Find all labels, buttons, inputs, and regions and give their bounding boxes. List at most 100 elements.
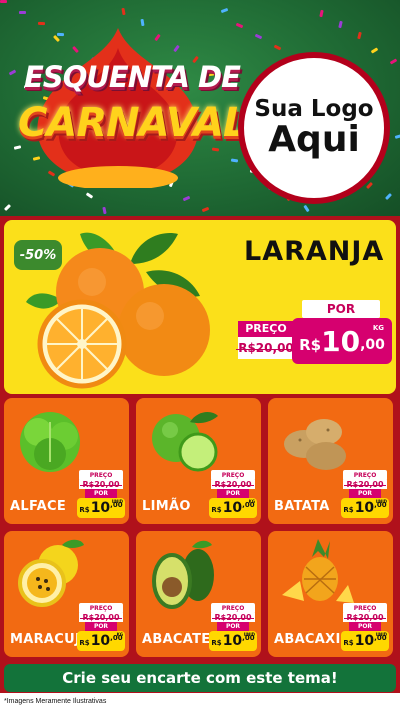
por-label: POR: [349, 489, 381, 498]
old-price: R$20,00: [212, 480, 254, 489]
hero-old-price: R$20,00: [236, 341, 296, 355]
hero-preco-label: PREÇO: [238, 321, 294, 337]
product-price-tag: PREÇO R$20,00 POR R$ 10,00 KG: [77, 603, 125, 651]
product-card: MARACUJÁ PREÇO R$20,00 POR R$ 10,00 KG: [4, 531, 129, 657]
price-int: 10: [90, 500, 111, 516]
product-card: LIMÃO PREÇO R$20,00 POR R$ 10,00 KG: [136, 398, 261, 524]
confetti-piece: [201, 206, 210, 213]
header-banner: ESQUENTA DE CARNAVAL Sua Logo Aqui: [0, 0, 400, 216]
preco-label: PREÇO: [353, 471, 377, 479]
confetti-piece: [3, 203, 12, 212]
confetti-piece: [273, 44, 282, 51]
logo-placeholder: Sua Logo Aqui: [238, 52, 390, 204]
confetti-piece: [0, 0, 7, 3]
confetti-piece: [389, 58, 398, 65]
confetti-piece: [230, 158, 239, 163]
confetti-piece: [102, 206, 107, 215]
old-price: R$20,00: [80, 613, 122, 622]
product-name: ABACAXI: [274, 632, 341, 647]
new-price-box: R$ 10,00 UNID: [341, 498, 389, 518]
confetti-piece: [319, 9, 324, 18]
title-line2: CARNAVAL: [18, 100, 249, 146]
product-name: BATATA: [274, 499, 330, 514]
price-int: 10: [222, 500, 243, 516]
price-unit: UNID: [375, 499, 387, 504]
old-price-box: R$20,00: [211, 480, 255, 489]
confetti-piece: [85, 192, 94, 199]
confetti-piece: [370, 47, 379, 54]
preco-label: PREÇO: [89, 471, 113, 479]
old-price-box: R$20,00: [79, 480, 123, 489]
confetti-piece: [384, 192, 393, 201]
hero-price-int: 10: [321, 324, 361, 358]
hero-product-name: LARANJA: [244, 236, 385, 267]
product-price-tag: PREÇO R$20,00 POR R$ 10,00 UNID: [341, 603, 389, 651]
confetti-piece: [37, 21, 46, 26]
hero-price-box: R$ 10 ,00 KG: [292, 318, 392, 364]
price-int: 10: [222, 633, 243, 649]
confetti-piece: [254, 33, 263, 40]
confetti-piece: [140, 18, 145, 27]
old-price-box: R$20,00: [343, 613, 387, 622]
hero-unit: KG: [372, 324, 384, 332]
price-unit: KG: [248, 499, 255, 504]
confetti-piece: [357, 31, 362, 40]
price-unit: UNID: [243, 632, 255, 637]
confetti-piece: [18, 10, 27, 15]
price-int: 10: [90, 633, 111, 649]
hero-currency: R$: [299, 336, 322, 354]
new-price-box: R$ 10,00 UNID: [209, 631, 257, 651]
product-card: BATATA PREÇO R$20,00 POR R$ 10,00 UNID: [268, 398, 393, 524]
old-price: R$20,00: [80, 480, 122, 489]
new-price-box: R$ 10,00 KG: [209, 498, 257, 518]
preco-label: PREÇO: [221, 471, 245, 479]
hero-price-cents: ,00: [360, 337, 385, 353]
por-label: POR: [349, 622, 381, 631]
new-price-box: R$ 10,00 UNID: [341, 631, 389, 651]
confetti-piece: [394, 134, 400, 139]
currency: R$: [343, 639, 354, 647]
new-price-box: R$ 10,00 KG: [77, 631, 125, 651]
preco-label: PREÇO: [221, 604, 245, 612]
por-label: POR: [217, 622, 249, 631]
price-unit: UNID: [375, 632, 387, 637]
price-unit: UNID: [111, 499, 123, 504]
confetti-piece: [303, 204, 310, 213]
new-price-box: R$ 10,00 UNID: [77, 498, 125, 518]
old-price-box: R$20,00: [211, 613, 255, 622]
product-price-tag: PREÇO R$20,00 POR R$ 10,00 UNID: [77, 470, 125, 518]
price-int: 10: [354, 500, 375, 516]
currency: R$: [211, 639, 222, 647]
product-card: ALFACE PREÇO R$20,00 POR R$ 10,00 UNID: [4, 398, 129, 524]
old-price: R$20,00: [344, 480, 386, 489]
confetti-piece: [365, 181, 374, 190]
preco-label: PREÇO: [353, 604, 377, 612]
product-card: ABACAXI PREÇO R$20,00 POR R$ 10,00 UNID: [268, 531, 393, 657]
product-name: LIMÃO: [142, 499, 191, 514]
currency: R$: [211, 506, 222, 514]
title-line1: ESQUENTA DE: [24, 60, 241, 94]
old-price-box: R$20,00: [343, 480, 387, 489]
currency: R$: [79, 506, 90, 514]
product-name: ALFACE: [10, 499, 67, 514]
hero-old-price-box: R$20,00: [236, 337, 296, 359]
old-price-box: R$20,00: [79, 613, 123, 622]
footnote: *Imagens Meramente Ilustrativas: [4, 698, 107, 705]
product-card: ABACATE PREÇO R$20,00 POR R$ 10,00 UNID: [136, 531, 261, 657]
currency: R$: [343, 506, 354, 514]
hero-por-label: POR: [302, 300, 380, 318]
logo-line2: Aqui: [268, 119, 360, 161]
por-label: POR: [85, 622, 117, 631]
confetti-piece: [220, 7, 229, 14]
product-price-tag: PREÇO R$20,00 POR R$ 10,00 UNID: [209, 603, 257, 651]
confetti-piece: [235, 22, 244, 29]
logo-line1: Sua Logo: [254, 96, 374, 123]
confetti-piece: [8, 69, 17, 76]
product-price-tag: PREÇO R$20,00 POR R$ 10,00 KG: [209, 470, 257, 518]
cta-banner[interactable]: Crie seu encarte com este tema!: [4, 664, 396, 692]
old-price: R$20,00: [344, 613, 386, 622]
product-name: ABACATE: [142, 632, 211, 647]
price-unit: KG: [116, 632, 123, 637]
confetti-piece: [121, 7, 126, 16]
product-price-tag: PREÇO R$20,00 POR R$ 10,00 UNID: [341, 470, 389, 518]
